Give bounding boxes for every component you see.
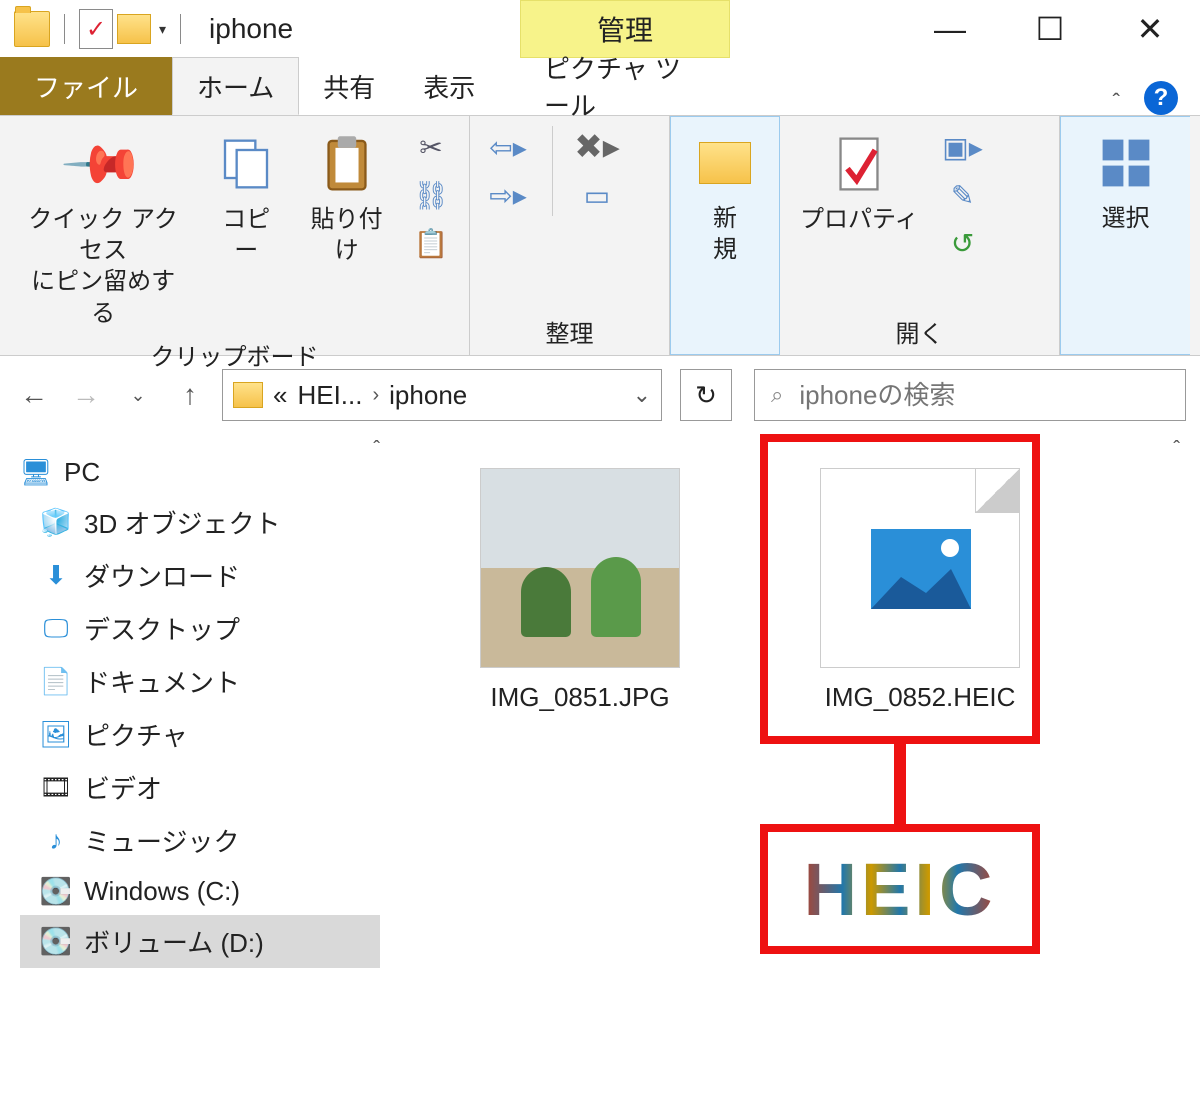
desktop-icon: 🖵: [40, 613, 72, 645]
navigation-pane: ˆ 🖥 PC 🧊3D オブジェクト ⬇ダウンロード 🖵デスクトップ 📄ドキュメン…: [0, 428, 390, 1104]
copy-button[interactable]: コピー: [206, 126, 286, 270]
callout-text: HEIC: [804, 847, 997, 932]
copy-icon: [212, 130, 280, 198]
back-button[interactable]: ←: [14, 375, 54, 415]
drive-icon: 💽: [40, 926, 72, 958]
highlight-box-label: HEIC: [760, 824, 1040, 954]
tree-downloads[interactable]: ⬇ダウンロード: [20, 549, 380, 602]
tree-drive-c[interactable]: 💽Windows (C:): [20, 867, 380, 915]
clipboard-extra: ✂ ⛓ 📋: [407, 126, 455, 264]
music-icon: ♪: [40, 825, 72, 857]
copy-path-icon[interactable]: ⛓: [407, 174, 455, 216]
group-label: クリップボード: [14, 333, 455, 372]
select-button[interactable]: 選択: [1075, 125, 1176, 238]
pictures-icon: 🖼: [40, 719, 72, 751]
move-to-icon[interactable]: ⇦▸: [484, 126, 532, 168]
file-item[interactable]: IMG_0851.JPG: [460, 468, 700, 713]
tree-pc[interactable]: 🖥 PC: [20, 448, 380, 496]
separator: [64, 14, 65, 44]
tab-view[interactable]: 表示: [399, 57, 499, 115]
cut-icon[interactable]: ✂: [407, 126, 455, 168]
clipboard-icon: [313, 130, 381, 198]
quick-access-toolbar: ✓ ▾: [0, 9, 191, 49]
ribbon-tabs: ファイル ホーム 共有 表示 ピクチャ ツール ˆ ?: [0, 58, 1200, 116]
group-open: プロパティ ▣▸ ✎ ↺ 開く: [780, 116, 1060, 355]
delete-icon[interactable]: ✖▸: [573, 126, 621, 168]
scroll-up-icon[interactable]: ˆ: [1173, 438, 1180, 461]
properties-qat-icon[interactable]: ✓: [79, 9, 113, 49]
separator: [180, 14, 181, 44]
tab-share[interactable]: 共有: [299, 57, 399, 115]
tree-videos[interactable]: 🎞ビデオ: [20, 761, 380, 814]
ribbon: 📌 クイック アクセス にピン留めする コピー 貼り付け ✂ ⛓ 📋: [0, 116, 1200, 356]
group-select: 選択: [1060, 116, 1190, 355]
scroll-up-icon[interactable]: ˆ: [373, 438, 380, 461]
new-folder-button[interactable]: 新 規: [685, 125, 765, 269]
group-organize: ⇦▸ ⇨▸ ✖▸ ▭ 整理: [470, 116, 670, 355]
folder-icon: [233, 382, 263, 408]
forward-button[interactable]: →: [66, 375, 106, 415]
up-button[interactable]: ↑: [170, 375, 210, 415]
search-input[interactable]: [799, 380, 1169, 411]
document-icon: 📄: [40, 666, 72, 698]
paste-shortcut-icon[interactable]: 📋: [407, 222, 455, 264]
folder-icon: [699, 142, 751, 184]
search-icon: ⌕: [771, 382, 783, 408]
chevron-right-icon[interactable]: ›: [372, 384, 379, 407]
window-title: iphone: [209, 13, 293, 45]
tree-drive-d[interactable]: 💽ボリューム (D:): [20, 915, 380, 968]
edit-icon[interactable]: ✎: [939, 174, 987, 216]
tree-desktop[interactable]: 🖵デスクトップ: [20, 602, 380, 655]
body: ˆ 🖥 PC 🧊3D オブジェクト ⬇ダウンロード 🖵デスクトップ 📄ドキュメン…: [0, 428, 1200, 1104]
tree-pictures[interactable]: 🖼ピクチャ: [20, 708, 380, 761]
tab-picture-tools[interactable]: ピクチャ ツール: [520, 57, 730, 115]
file-name: IMG_0851.JPG: [490, 682, 669, 713]
breadcrumb-parent[interactable]: HEI...: [297, 380, 362, 411]
tab-file[interactable]: ファイル: [0, 57, 172, 115]
breadcrumb-current[interactable]: iphone: [389, 380, 467, 411]
pin-to-quick-access-button[interactable]: 📌 クイック アクセス にピン留めする: [14, 126, 192, 333]
drive-icon: 💽: [40, 875, 72, 907]
rename-icon[interactable]: ▭: [573, 174, 621, 216]
open-icon[interactable]: ▣▸: [939, 126, 987, 168]
content-pane[interactable]: ˆ IMG_0851.JPG IMG_0852.HEIC HEIC: [390, 428, 1200, 1104]
pin-icon: 📌: [59, 120, 148, 209]
address-dropdown-icon[interactable]: ⌄: [633, 382, 651, 408]
qat-dropdown-icon[interactable]: ▾: [159, 21, 166, 38]
tree-3d-objects[interactable]: 🧊3D オブジェクト: [20, 496, 380, 549]
breadcrumb-prefix: «: [273, 380, 287, 411]
group-label: 整理: [484, 310, 655, 349]
navigation-bar: ← → ⌄ ↑ « HEI... › iphone ⌄ ↻ ⌕: [0, 362, 1200, 428]
cube-icon: 🧊: [40, 507, 72, 539]
history-icon[interactable]: ↺: [939, 222, 987, 264]
collapse-ribbon-icon[interactable]: ˆ: [1113, 89, 1120, 115]
pc-icon: 🖥: [20, 456, 52, 488]
help-icon[interactable]: ?: [1144, 81, 1178, 115]
tree-documents[interactable]: 📄ドキュメント: [20, 655, 380, 708]
thumbnail-photo: [480, 468, 680, 668]
maximize-button[interactable]: ☐: [1000, 0, 1100, 58]
close-button[interactable]: ✕: [1100, 0, 1200, 58]
recent-locations-button[interactable]: ⌄: [118, 375, 158, 415]
search-box[interactable]: ⌕: [754, 369, 1186, 421]
tree-music[interactable]: ♪ミュージック: [20, 814, 380, 867]
refresh-button[interactable]: ↻: [680, 369, 732, 421]
address-bar[interactable]: « HEI... › iphone ⌄: [222, 369, 662, 421]
highlight-box-file: [760, 434, 1040, 744]
folder-icon[interactable]: [14, 11, 50, 47]
video-icon: 🎞: [40, 772, 72, 804]
properties-button[interactable]: プロパティ: [794, 126, 925, 239]
group-clipboard: 📌 クイック アクセス にピン留めする コピー 貼り付け ✂ ⛓ 📋: [0, 116, 470, 355]
properties-icon: [825, 130, 893, 198]
new-folder-qat-icon[interactable]: [117, 14, 151, 44]
highlight-connector: [894, 744, 906, 824]
group-label: 開く: [794, 310, 1045, 349]
select-icon: [1092, 129, 1160, 197]
group-new: 新 規: [670, 116, 780, 355]
download-icon: ⬇: [40, 560, 72, 592]
minimize-button[interactable]: —: [900, 0, 1000, 58]
paste-button[interactable]: 貼り付け: [300, 126, 393, 270]
tab-home[interactable]: ホーム: [172, 57, 299, 115]
copy-to-icon[interactable]: ⇨▸: [484, 174, 532, 216]
